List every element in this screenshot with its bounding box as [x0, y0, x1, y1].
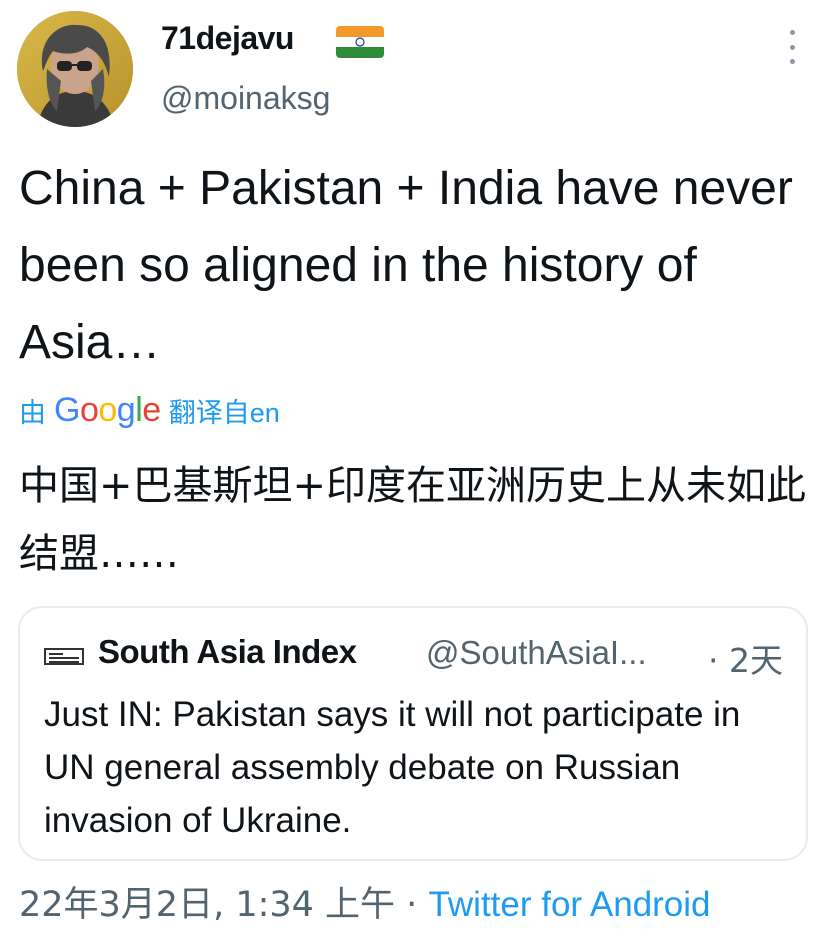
google-letter: o — [79, 390, 99, 429]
tweet-text: China + Pakistan + India have never been… — [19, 162, 793, 369]
author-avatar[interactable] — [17, 11, 133, 127]
quoted-author-name: South Asia Index — [98, 633, 357, 670]
author-display-name[interactable]: 71dejavu — [161, 20, 294, 57]
more-options-icon[interactable] — [780, 30, 804, 64]
google-logo: Google — [54, 391, 161, 430]
translation-attribution[interactable]: 由 Google 翻译自en — [19, 388, 280, 432]
quoted-author-avatar — [44, 648, 84, 665]
google-letter: G — [54, 390, 80, 429]
tweet-source-link[interactable]: Twitter for Android — [428, 885, 710, 924]
google-letter: o — [98, 390, 117, 429]
quoted-tweet-text: Just IN: Pakistan says it will not parti… — [44, 695, 741, 840]
quoted-author-handle: @SouthAsiaI... — [426, 634, 647, 671]
translated-tweet-text: 中国+巴基斯坦+印度在亚洲历史上从未如此结盟…… — [19, 463, 807, 577]
translation-suffix: 翻译自en — [168, 397, 280, 428]
tweet-timestamp[interactable]: 22年3月2日, 1:34 上午 · — [19, 885, 417, 925]
india-flag-icon — [336, 26, 384, 58]
author-handle[interactable]: @moinaksg — [161, 80, 330, 117]
translation-prefix: 由 — [19, 397, 46, 428]
quoted-tweet-time: · 2天 — [708, 641, 783, 680]
tweet-footer: 22年3月2日, 1:34 上午 · Twitter for Android — [19, 876, 711, 927]
quoted-tweet-card[interactable]: South Asia Index @SouthAsiaI... · 2天 Jus… — [18, 606, 808, 861]
google-letter: e — [142, 390, 161, 429]
google-letter: g — [116, 390, 136, 429]
avatar-image — [17, 11, 133, 127]
